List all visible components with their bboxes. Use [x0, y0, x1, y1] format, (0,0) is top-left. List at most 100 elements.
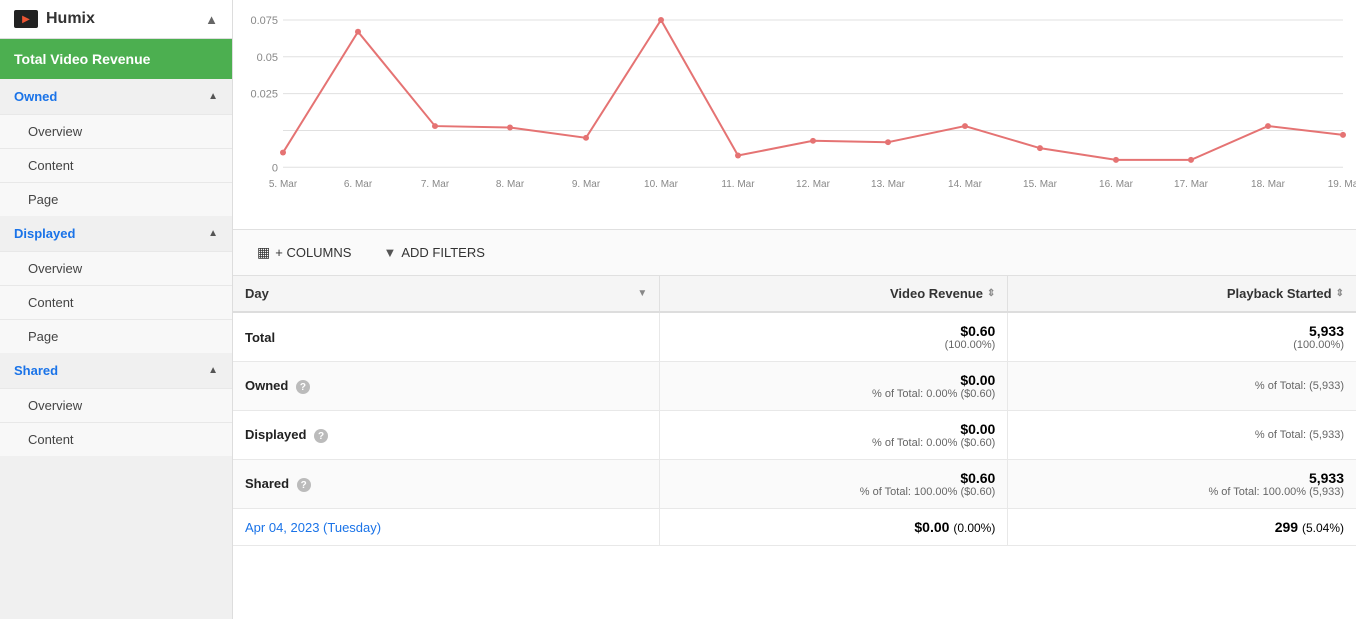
th-revenue-sort-icon: ⇕: [987, 288, 995, 299]
row-label: Total: [245, 330, 275, 345]
row-label: Apr 04, 2023 (Tuesday): [245, 520, 381, 535]
svg-text:13. Mar: 13. Mar: [871, 179, 906, 190]
sidebar-item-shared-content[interactable]: Content: [0, 422, 232, 456]
svg-text:0.05: 0.05: [257, 52, 278, 64]
row-revenue-cell: $0.00% of Total: 0.00% ($0.60): [660, 362, 1008, 411]
chart-point: [507, 124, 513, 130]
sidebar-item-owned-content[interactable]: Content: [0, 148, 232, 182]
row-revenue-cell: $0.60% of Total: 100.00% ($0.60): [660, 460, 1008, 509]
row-revenue-cell: $0.60(100.00%): [660, 312, 1008, 362]
playback-sub: (100.00%): [1020, 339, 1344, 351]
row-revenue-cell: $0.00% of Total: 0.00% ($0.60): [660, 411, 1008, 460]
svg-text:11. Mar: 11. Mar: [721, 179, 755, 190]
sidebar-header: Humix ▲: [0, 0, 232, 39]
chart-point: [1037, 145, 1043, 151]
svg-text:14. Mar: 14. Mar: [948, 179, 983, 190]
table-row: Displayed ?$0.00% of Total: 0.00% ($0.60…: [233, 411, 1356, 460]
row-playback-cell: 299 (5.04%): [1008, 509, 1356, 546]
table-toolbar: ▦ + COLUMNS ▼ ADD FILTERS: [233, 230, 1356, 276]
table-row: Total $0.60(100.00%)5,933(100.00%): [233, 312, 1356, 362]
filters-button[interactable]: ▼ ADD FILTERS: [375, 241, 492, 264]
sidebar-title: Humix: [46, 10, 95, 28]
svg-text:7. Mar: 7. Mar: [421, 179, 450, 190]
chart-point: [355, 29, 361, 35]
row-playback-cell: % of Total: (5,933): [1008, 411, 1356, 460]
chart-point: [280, 150, 286, 156]
row-label-cell: Apr 04, 2023 (Tuesday): [233, 509, 660, 546]
chart-point: [735, 153, 741, 159]
sidebar-item-owned-page[interactable]: Page: [0, 182, 232, 216]
humix-logo-icon: [14, 10, 38, 28]
row-playback-cell: % of Total: (5,933): [1008, 362, 1356, 411]
row-playback-cell: 5,933(100.00%): [1008, 312, 1356, 362]
chart-point: [583, 135, 589, 141]
row-label: Shared: [245, 476, 289, 491]
columns-button-label: + COLUMNS: [275, 245, 351, 260]
chart-point: [658, 17, 664, 23]
sidebar-item-shared-overview[interactable]: Overview: [0, 388, 232, 422]
filter-icon: ▼: [383, 245, 396, 260]
revenue-main: $0.00 (0.00%): [672, 519, 995, 535]
revenue-sub: % of Total: 100.00% ($0.60): [672, 486, 995, 498]
table-row: Shared ?$0.60% of Total: 100.00% ($0.60)…: [233, 460, 1356, 509]
th-revenue[interactable]: Video Revenue ⇕: [660, 276, 1008, 312]
row-revenue-cell: $0.00 (0.00%): [660, 509, 1008, 546]
owned-label: Owned: [14, 89, 57, 104]
row-label-cell: Owned ?: [233, 362, 660, 411]
th-playback[interactable]: Playback Started ⇕: [1008, 276, 1356, 312]
svg-text:10. Mar: 10. Mar: [644, 179, 679, 190]
chart-point: [885, 139, 891, 145]
displayed-collapse-icon: ▲: [208, 228, 218, 239]
svg-text:0.025: 0.025: [250, 89, 278, 101]
sidebar-item-displayed-overview[interactable]: Overview: [0, 251, 232, 285]
chart-point: [1188, 157, 1194, 163]
revenue-main: $0.00: [672, 421, 995, 437]
svg-text:18. Mar: 18. Mar: [1251, 179, 1286, 190]
chart-area: 0.075 0.05 0.025 0: [233, 0, 1356, 230]
svg-text:6. Mar: 6. Mar: [344, 179, 373, 190]
row-label-cell: Displayed ?: [233, 411, 660, 460]
sidebar-section-owned[interactable]: Owned ▲: [0, 79, 232, 114]
help-icon[interactable]: ?: [314, 429, 328, 443]
displayed-label: Displayed: [14, 226, 75, 241]
help-icon[interactable]: ?: [296, 380, 310, 394]
chart-point: [1340, 132, 1346, 138]
svg-text:9. Mar: 9. Mar: [572, 179, 601, 190]
svg-text:12. Mar: 12. Mar: [796, 179, 831, 190]
svg-text:8. Mar: 8. Mar: [496, 179, 525, 190]
svg-text:5. Mar: 5. Mar: [269, 179, 298, 190]
revenue-sub: % of Total: 0.00% ($0.60): [672, 437, 995, 449]
th-day[interactable]: Day ▼: [233, 276, 660, 312]
th-day-sort-icon: ▼: [637, 288, 647, 299]
sidebar-item-displayed-page[interactable]: Page: [0, 319, 232, 353]
data-table-container: Day ▼ Video Revenue ⇕ Playback Started: [233, 276, 1356, 619]
sidebar-item-owned-overview[interactable]: Overview: [0, 114, 232, 148]
help-icon[interactable]: ?: [297, 478, 311, 492]
playback-sub: % of Total: (5,933): [1020, 429, 1344, 441]
columns-icon: ▦: [257, 244, 270, 261]
row-label-cell: Shared ?: [233, 460, 660, 509]
shared-label: Shared: [14, 363, 58, 378]
svg-text:19. Ma: 19. Ma: [1328, 179, 1356, 190]
playback-sub: % of Total: 100.00% (5,933): [1020, 486, 1344, 498]
columns-button[interactable]: ▦ + COLUMNS: [249, 240, 359, 265]
owned-collapse-icon: ▲: [208, 91, 218, 102]
chart-point: [810, 138, 816, 144]
playback-sub: % of Total: (5,933): [1020, 380, 1344, 392]
th-playback-sort-icon: ⇕: [1336, 288, 1344, 299]
revenue-sub: (100.00%): [672, 339, 995, 351]
revenue-main: $0.60: [672, 470, 995, 486]
chart-point: [1113, 157, 1119, 163]
collapse-icon[interactable]: ▲: [205, 12, 218, 27]
row-label-cell: Total: [233, 312, 660, 362]
svg-text:0.075: 0.075: [250, 15, 278, 27]
sidebar-section-displayed[interactable]: Displayed ▲: [0, 216, 232, 251]
sidebar-section-shared[interactable]: Shared ▲: [0, 353, 232, 388]
sidebar-item-displayed-content[interactable]: Content: [0, 285, 232, 319]
chart-point: [962, 123, 968, 129]
filters-button-label: ADD FILTERS: [401, 245, 485, 260]
total-video-revenue-item[interactable]: Total Video Revenue: [0, 39, 232, 79]
playback-main: 5,933: [1020, 470, 1344, 486]
table-row: Apr 04, 2023 (Tuesday) $0.00 (0.00%) 299 (…: [233, 509, 1356, 546]
svg-text:0: 0: [272, 162, 278, 174]
